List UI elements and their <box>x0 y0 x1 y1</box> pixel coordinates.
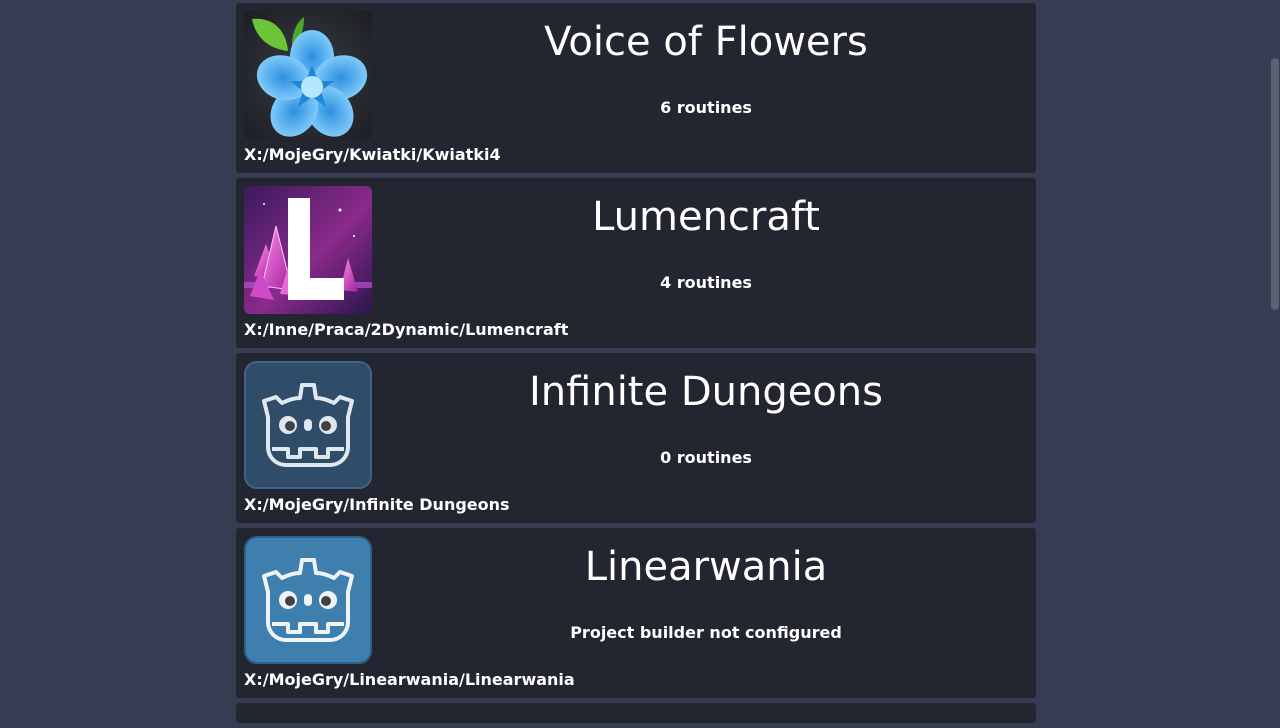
project-title: Linearwania <box>584 544 828 590</box>
project-status: 6 routines <box>660 98 752 117</box>
project-path: X:/MojeGry/Linearwania/Linearwania <box>244 670 575 689</box>
project-path: X:/MojeGry/Kwiatki/Kwiatki4 <box>244 145 501 164</box>
project-card[interactable]: Voice of Flowers 6 routines X:/MojeGry/K… <box>236 3 1036 173</box>
project-path: X:/MojeGry/Infinite Dungeons <box>244 495 510 514</box>
scrollbar-thumb[interactable] <box>1271 58 1279 310</box>
project-title: Infinite Dungeons <box>529 369 883 415</box>
crystal-letter-l-icon <box>244 186 372 314</box>
project-card-partial[interactable] <box>236 703 1036 723</box>
vertical-scrollbar[interactable] <box>1268 0 1280 720</box>
project-card[interactable]: Linearwania Project builder not configur… <box>236 528 1036 698</box>
project-title: Voice of Flowers <box>544 19 868 65</box>
project-list: Voice of Flowers 6 routines X:/MojeGry/K… <box>236 3 1036 728</box>
project-card[interactable]: Infinite Dungeons 0 routines X:/MojeGry/… <box>236 353 1036 523</box>
project-status: Project builder not configured <box>570 623 842 642</box>
project-status: 4 routines <box>660 273 752 292</box>
project-path: X:/Inne/Praca/2Dynamic/Lumencraft <box>244 320 569 339</box>
project-status: 0 routines <box>660 448 752 467</box>
godot-icon <box>244 536 372 664</box>
flower-icon <box>244 11 372 139</box>
project-card[interactable]: Lumencraft 4 routines X:/Inne/Praca/2Dyn… <box>236 178 1036 348</box>
project-title: Lumencraft <box>592 194 820 240</box>
godot-icon <box>244 361 372 489</box>
